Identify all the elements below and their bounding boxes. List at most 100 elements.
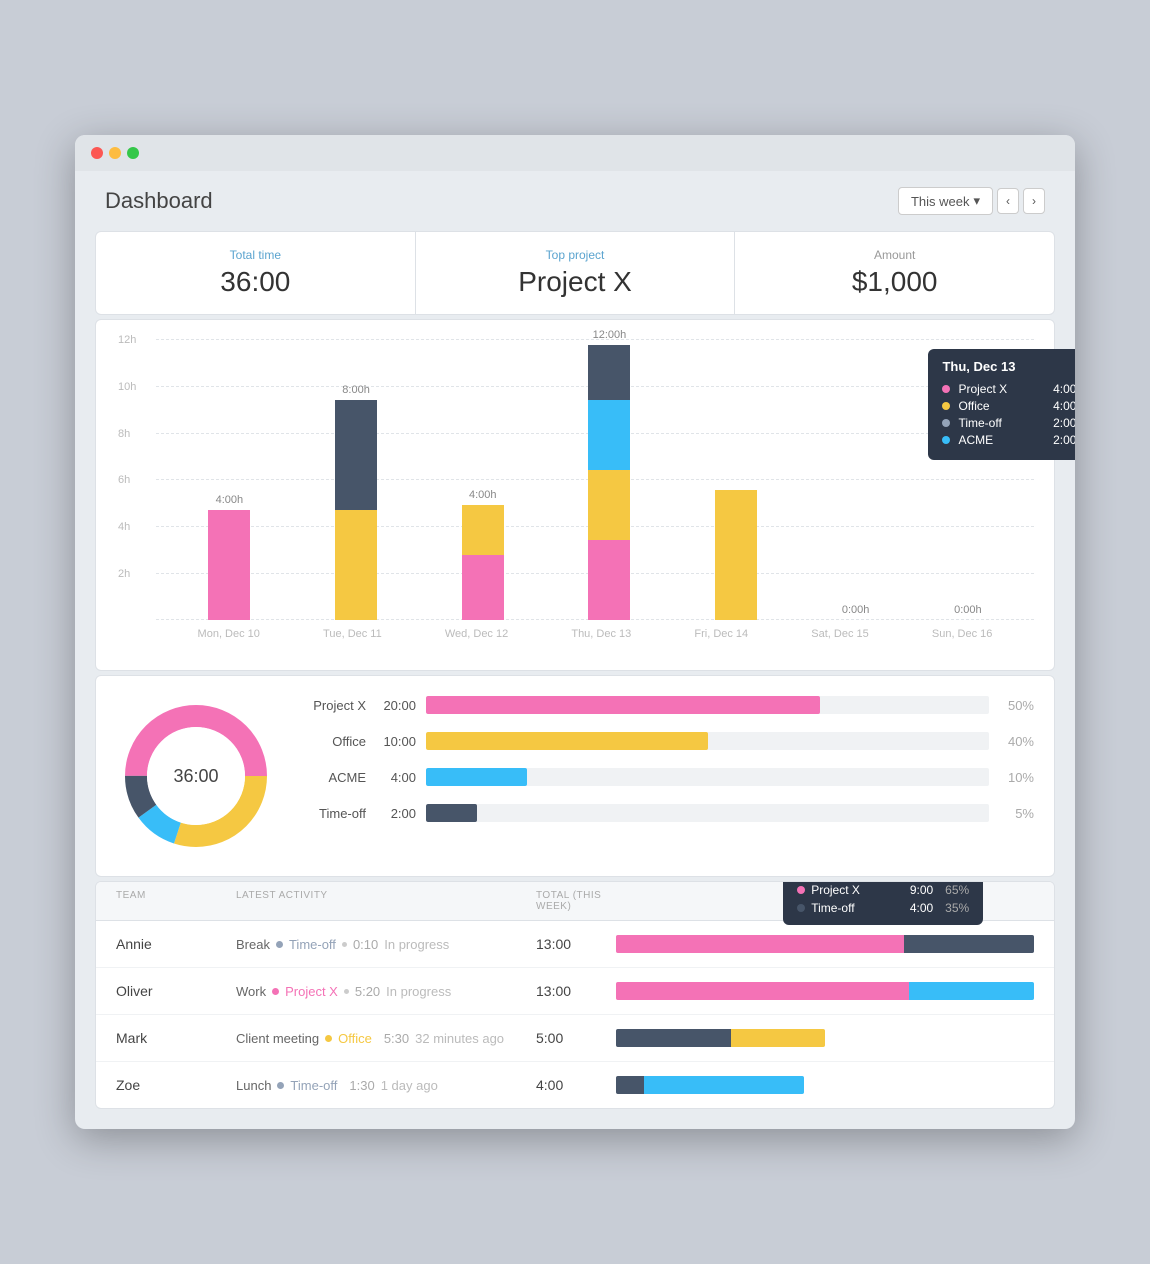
team-bar-track-zoe [616, 1076, 804, 1094]
activity-cell-mark: Client meeting Office 5:30 32 minutes ag… [236, 1031, 536, 1046]
bar-group-sun[interactable]: 0:00h [954, 604, 982, 620]
activity-type-mark: Client meeting [236, 1031, 319, 1046]
tooltip-row-acme: ACME 2:00 15% [942, 433, 1075, 447]
bar-label-wed: 4:00h [469, 489, 497, 501]
bar-segment-pink-mon [208, 510, 250, 620]
title-bar [75, 135, 1075, 171]
top-project-stat: Top project Project X [416, 232, 736, 314]
proj-name-acme: ACME [296, 770, 366, 785]
team-row-oliver: Oliver Work Project X 5:20 In progress 1… [96, 968, 1054, 1015]
proj-pct-acme: 10% [999, 770, 1034, 785]
proj-bar-fill-acme [426, 768, 527, 786]
maximize-button[interactable] [127, 147, 139, 159]
bar-group-thu[interactable]: 12:00h Thu, Dec 13 12:00 [588, 329, 630, 620]
team-row-zoe: Zoe Lunch Time-off 1:30 1 day ago 4:00 [96, 1062, 1054, 1108]
activity-project-oliver: Project X [285, 984, 338, 999]
x-label-thu: Thu, Dec 13 [571, 628, 631, 640]
tooltip-annie-row-timeoff: Time-off 4:00 35% [797, 901, 969, 915]
grid-label-4h: 4h [118, 521, 130, 533]
bar-segment-slate-thu [588, 345, 630, 400]
x-label-sat: Sat, Dec 15 [811, 628, 868, 640]
team-col-header-total: TOTAL (THIS WEEK) [536, 890, 616, 912]
tooltip-date: Thu, Dec 13 [942, 359, 1015, 374]
minimize-button[interactable] [109, 147, 121, 159]
chart-area: 12h 10h 8h 6h 4h 2h 4:00h [116, 340, 1034, 660]
grid-label-8h: 8h [118, 428, 130, 440]
team-col-header-team: TEAM [116, 890, 236, 912]
bar-area-annie: Annie 13:00 Project X 9:00 65% Time-off [616, 935, 1034, 953]
close-button[interactable] [91, 147, 103, 159]
team-col-header-activity: LATEST ACTIVITY [236, 890, 536, 912]
activity-status-annie: In progress [384, 937, 449, 952]
bar-label-sat: 0:00h [842, 604, 870, 616]
tooltip-name-timeoff: Time-off [958, 416, 1033, 430]
tooltip-annie-row-projectx: Project X 9:00 65% [797, 883, 969, 897]
tooltip-annie-val-timeoff: 4:00 [898, 901, 933, 915]
total-time-mark: 5:00 [536, 1030, 616, 1046]
bar-segment-pink-thu [588, 540, 630, 620]
team-member-name-oliver: Oliver [116, 983, 236, 999]
next-week-button[interactable]: › [1023, 188, 1045, 214]
activity-sep-oliver [344, 989, 349, 994]
tooltip-row-projectx: Project X 4:00 35% [942, 382, 1075, 396]
proj-row-timeoff: Time-off 2:00 5% [296, 804, 1034, 822]
top-project-label: Top project [436, 248, 715, 262]
activity-cell-zoe: Lunch Time-off 1:30 1 day ago [236, 1078, 536, 1093]
proj-row-acme: ACME 4:00 10% [296, 768, 1034, 786]
tooltip-val-projectx: 4:00 [1041, 382, 1075, 396]
tooltip-name-office: Office [958, 399, 1033, 413]
proj-name-office: Office [296, 734, 366, 749]
team-bar-track-mark [616, 1029, 825, 1047]
bar-segment-pink-wed [462, 555, 504, 620]
total-time-oliver: 13:00 [536, 983, 616, 999]
activity-status-zoe: 1 day ago [381, 1078, 438, 1093]
x-label-wed: Wed, Dec 12 [445, 628, 508, 640]
proj-pct-timeoff: 5% [999, 806, 1034, 821]
activity-dot-oliver [272, 988, 279, 995]
proj-bar-track-timeoff [426, 804, 989, 822]
stats-card: Total time 36:00 Top project Project X A… [95, 231, 1055, 315]
tooltip-dot-acme [942, 436, 950, 444]
bar-group-sat[interactable]: 0:00h [842, 604, 870, 620]
bar-segment-yellow-tue [335, 510, 377, 620]
main-content: Total time 36:00 Top project Project X A… [75, 231, 1075, 1129]
activity-dot-zoe [277, 1082, 284, 1089]
proj-name-timeoff: Time-off [296, 806, 366, 821]
total-time-stat: Total time 36:00 [96, 232, 416, 314]
bar-group-tue[interactable]: 8:00h [335, 384, 377, 620]
tooltip-name-projectx: Project X [958, 382, 1033, 396]
tooltip-annie-name-timeoff: Time-off [811, 901, 892, 915]
donut-center-label: 36:00 [173, 766, 218, 787]
activity-project-mark: Office [338, 1031, 372, 1046]
bar-group-wed[interactable]: 4:00h [462, 489, 504, 620]
app-window: Dashboard This week ▾ ‹ › Total time 36:… [75, 135, 1075, 1129]
page-title: Dashboard [105, 188, 213, 214]
total-time-value: 36:00 [116, 266, 395, 298]
x-label-sun: Sun, Dec 16 [932, 628, 993, 640]
team-bar-seg-slate-mark [616, 1029, 731, 1047]
team-bar-track-annie [616, 935, 1034, 953]
amount-value: $1,000 [755, 266, 1034, 298]
activity-status-mark: 32 minutes ago [415, 1031, 504, 1046]
tooltip-dot-timeoff [942, 419, 950, 427]
week-selector-button[interactable]: This week ▾ [898, 187, 993, 215]
x-label-mon: Mon, Dec 10 [198, 628, 260, 640]
team-row-mark: Mark Client meeting Office 5:30 32 minut… [96, 1015, 1054, 1062]
bottom-section: 36:00 Project X 20:00 50% Office 10:00 [95, 675, 1055, 877]
proj-bar-fill-projectx [426, 696, 820, 714]
total-time-label: Total time [116, 248, 395, 262]
bar-label-thu: 12:00h [593, 329, 627, 341]
prev-week-button[interactable]: ‹ [997, 188, 1019, 214]
team-card: TEAM LATEST ACTIVITY TOTAL (THIS WEEK) A… [95, 881, 1055, 1109]
activity-time-annie: 0:10 [353, 937, 378, 952]
bar-label-tue: 8:00h [342, 384, 370, 396]
bar-group-mon[interactable]: 4:00h [208, 494, 250, 620]
x-axis-labels: Mon, Dec 10 Tue, Dec 11 Wed, Dec 12 Thu,… [156, 620, 1034, 660]
grid-label-2h: 2h [118, 568, 130, 580]
activity-type-oliver: Work [236, 984, 266, 999]
activity-project-annie: Time-off [289, 937, 336, 952]
tooltip-annie-dot-projectx [797, 886, 805, 894]
x-label-fri: Fri, Dec 14 [694, 628, 748, 640]
bar-group-fri[interactable] [715, 486, 757, 620]
proj-bar-fill-office [426, 732, 708, 750]
